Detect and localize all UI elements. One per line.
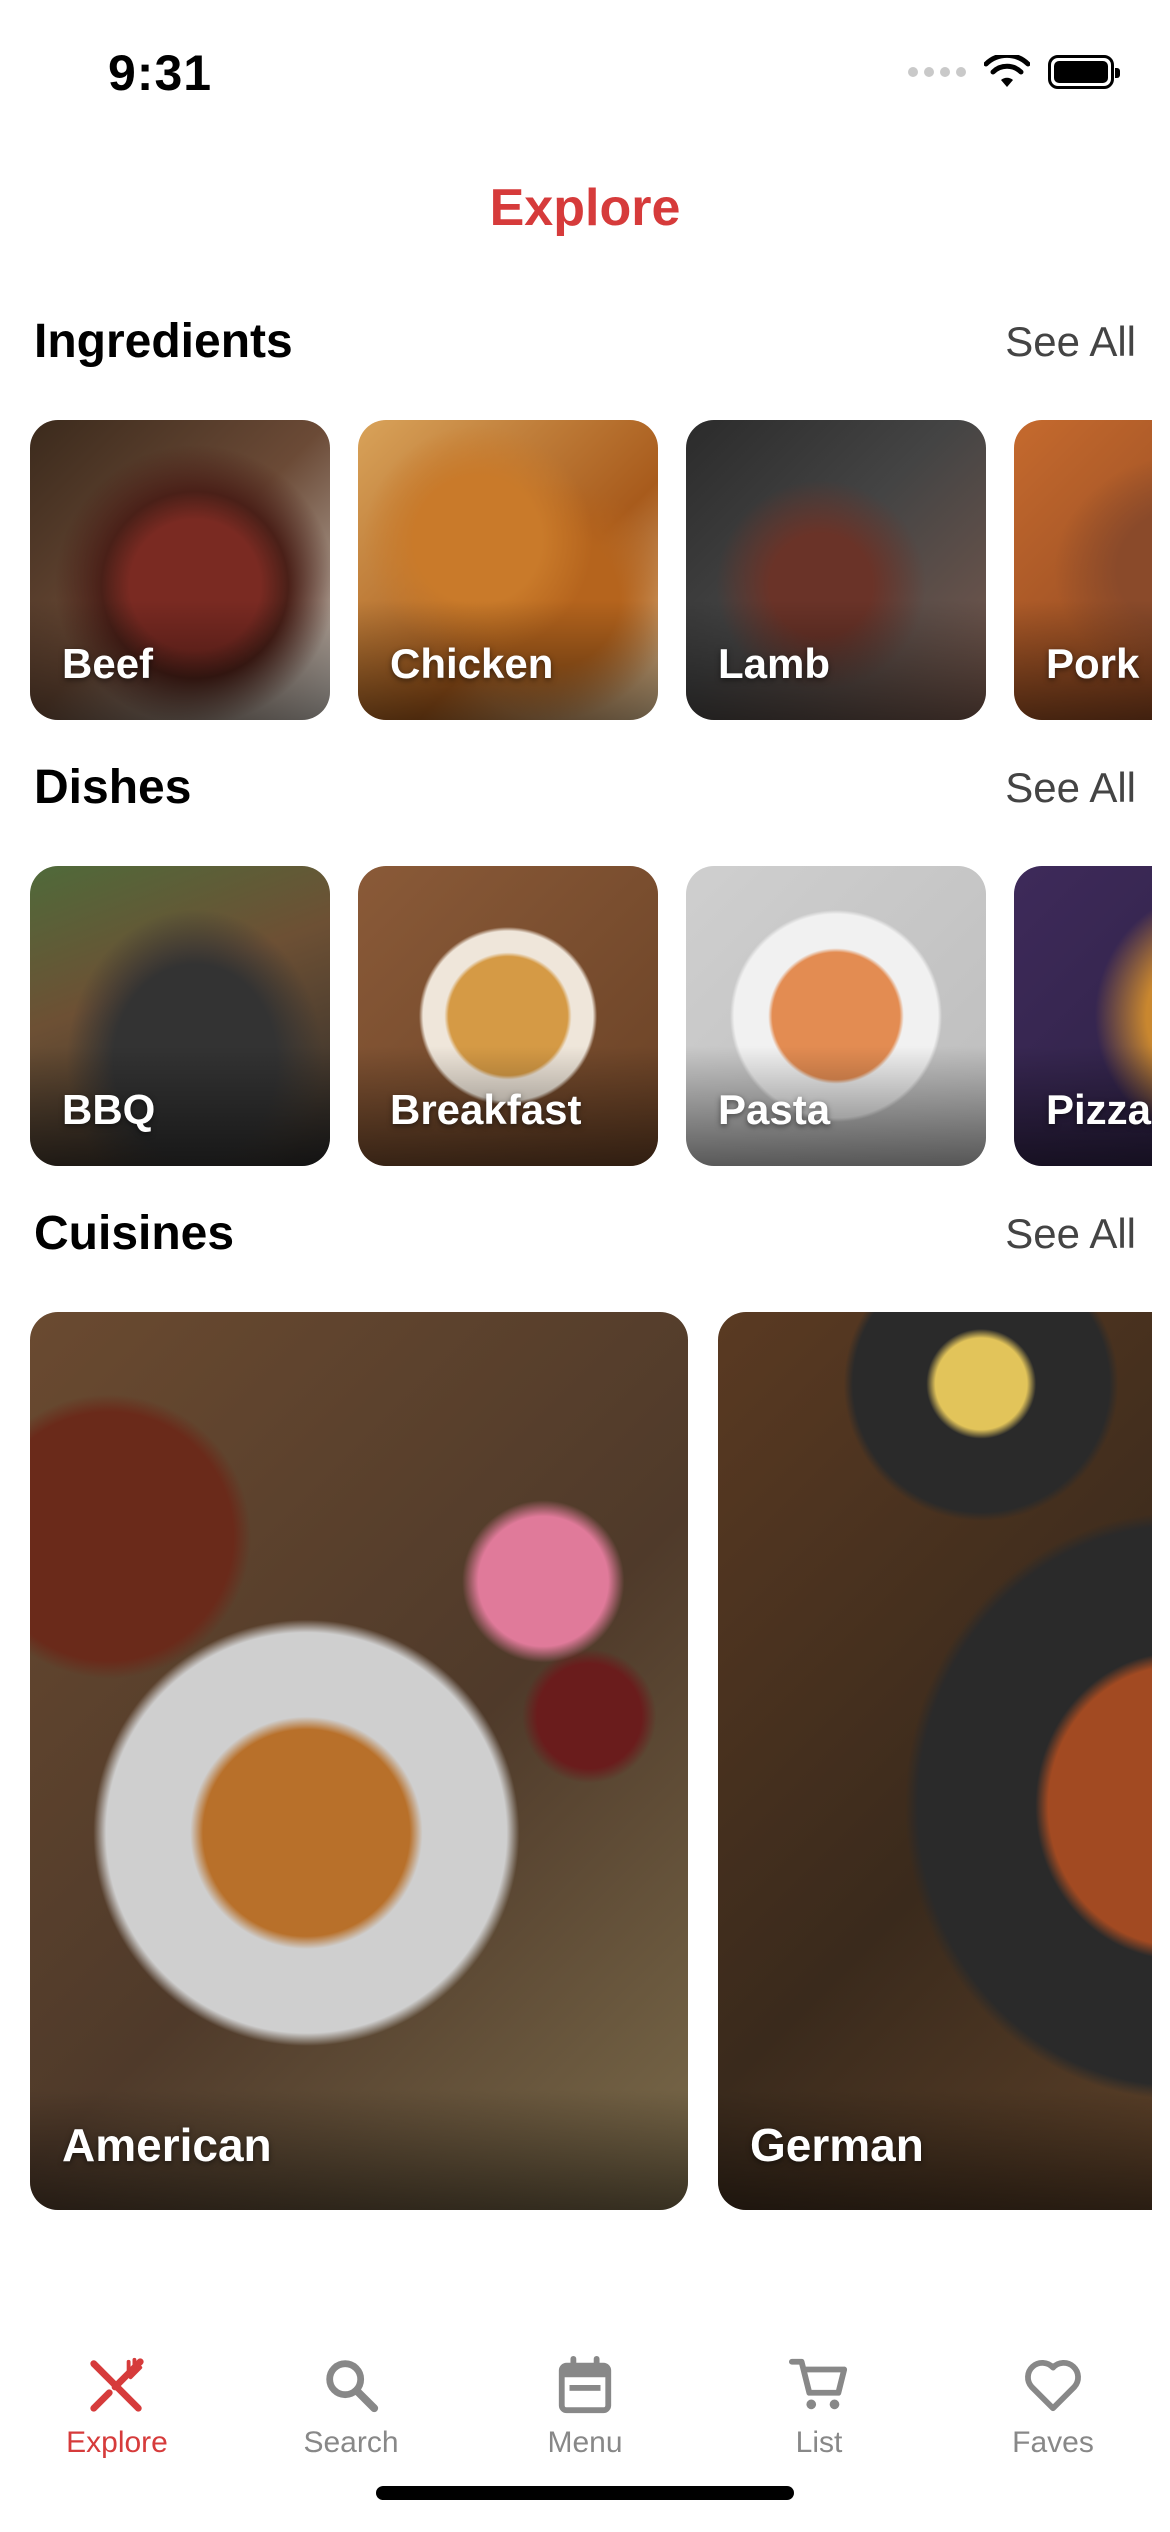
section-title: Dishes (34, 761, 192, 814)
ingredient-card-pork[interactable]: Pork (1014, 420, 1152, 720)
ingredient-card-beef[interactable]: Beef (30, 420, 330, 720)
dish-card-breakfast[interactable]: Breakfast (358, 866, 658, 1166)
see-all-ingredients-button[interactable]: See All (1005, 318, 1136, 366)
card-label: Lamb (718, 640, 831, 687)
battery-icon (1048, 55, 1120, 89)
section-header-cuisines: Cuisines See All (34, 1206, 1136, 1261)
cart-icon (788, 2358, 848, 2410)
card-label: Pork (1046, 640, 1140, 687)
tab-bar: Explore Search Menu List Faves (0, 2330, 1170, 2460)
tab-label: Explore (66, 2426, 168, 2459)
status-bar: 9:31 (0, 0, 1170, 140)
dish-card-pasta[interactable]: Pasta (686, 866, 986, 1166)
dishes-carousel[interactable]: BBQ Breakfast Pasta Pizza (30, 866, 1152, 1166)
card-label: BBQ (62, 1086, 156, 1133)
dish-card-bbq[interactable]: BBQ (30, 866, 330, 1166)
signal-icon (908, 67, 966, 77)
section-header-dishes: Dishes See All (34, 760, 1136, 815)
card-label: Beef (62, 640, 154, 687)
ingredients-carousel[interactable]: Beef Chicken Lamb Pork (30, 420, 1152, 720)
tab-explore[interactable]: Explore (0, 2330, 234, 2460)
card-label: American (62, 2119, 272, 2171)
card-label: Pasta (718, 1086, 831, 1133)
card-label: German (750, 2119, 924, 2171)
see-all-dishes-button[interactable]: See All (1005, 764, 1136, 812)
cuisine-card-german[interactable]: German (718, 1312, 1152, 2210)
ingredient-card-chicken[interactable]: Chicken (358, 420, 658, 720)
tab-label: Search (303, 2426, 399, 2459)
cuisine-card-american[interactable]: American (30, 1312, 688, 2210)
ingredient-card-lamb[interactable]: Lamb (686, 420, 986, 720)
tab-faves[interactable]: Faves (936, 2330, 1170, 2460)
tab-label: List (795, 2426, 843, 2459)
status-time: 9:31 (108, 45, 213, 101)
tab-menu[interactable]: Menu (468, 2330, 702, 2460)
card-label: Chicken (390, 640, 554, 687)
wifi-icon (984, 55, 1030, 87)
dish-card-pizza[interactable]: Pizza (1014, 866, 1152, 1166)
tab-label: Menu (547, 2426, 623, 2459)
fork-knife-icon (90, 2357, 144, 2412)
section-header-ingredients: Ingredients See All (34, 314, 1136, 369)
cuisines-carousel[interactable]: American German (30, 1312, 1152, 2210)
calendar-icon (558, 2355, 612, 2414)
see-all-cuisines-button[interactable]: See All (1005, 1210, 1136, 1258)
section-title: Ingredients (34, 315, 293, 368)
tab-list[interactable]: List (702, 2330, 936, 2460)
card-label: Breakfast (390, 1086, 582, 1133)
tab-label: Faves (1012, 2426, 1094, 2459)
status-icons (908, 52, 1120, 92)
home-indicator[interactable] (376, 2486, 794, 2500)
section-title: Cuisines (34, 1207, 235, 1260)
search-icon (326, 2360, 379, 2413)
heart-icon (1025, 2359, 1081, 2412)
card-label: Pizza (1046, 1086, 1152, 1133)
tab-search[interactable]: Search (234, 2330, 468, 2460)
page-title: Explore (489, 179, 681, 237)
